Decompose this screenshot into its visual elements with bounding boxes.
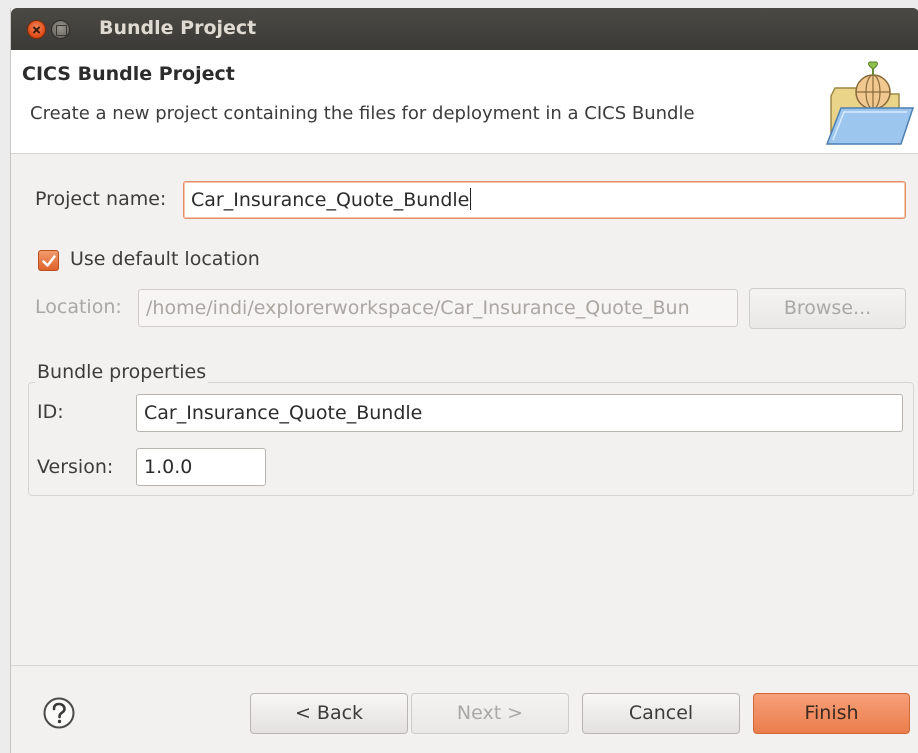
checkmark-icon xyxy=(42,255,56,267)
footer-separator xyxy=(11,665,918,666)
id-input[interactable]: Car_Insurance_Quote_Bundle xyxy=(136,394,903,432)
finish-button[interactable]: Finish xyxy=(753,693,910,734)
use-default-location-label[interactable]: Use default location xyxy=(70,248,260,270)
wizard-header-banner: CICS Bundle Project Create a new project… xyxy=(11,50,918,154)
question-mark-icon[interactable] xyxy=(42,696,76,730)
version-input[interactable]: 1.0.0 xyxy=(136,448,266,486)
folder-with-globe-icon xyxy=(825,61,915,145)
version-label: Version: xyxy=(37,456,114,478)
cancel-button[interactable]: Cancel xyxy=(582,693,740,734)
window-title: Bundle Project xyxy=(99,17,257,39)
location-input[interactable]: /home/indi/explorerworkspace/Car_Insuran… xyxy=(138,289,738,327)
use-default-location-checkbox[interactable] xyxy=(38,250,59,271)
project-name-input[interactable]: Car_Insurance_Quote_Bundle xyxy=(183,181,906,219)
next-button[interactable]: Next > xyxy=(411,693,569,734)
back-button[interactable]: < Back xyxy=(250,693,408,734)
id-label: ID: xyxy=(37,401,64,423)
minimize-window-button[interactable] xyxy=(51,20,70,39)
close-window-button[interactable] xyxy=(27,20,46,39)
titlebar: Bundle Project xyxy=(11,8,918,50)
text-caret xyxy=(470,188,472,210)
bundle-properties-title: Bundle properties xyxy=(35,361,209,383)
project-name-value: Car_Insurance_Quote_Bundle xyxy=(191,189,470,211)
location-label: Location: xyxy=(35,296,122,318)
page-description: Create a new project containing the file… xyxy=(30,103,695,124)
bundle-project-dialog: Bundle Project CICS Bundle Project Creat… xyxy=(10,8,918,753)
page-title: CICS Bundle Project xyxy=(22,63,235,85)
browse-button[interactable]: Browse... xyxy=(749,288,906,329)
project-name-label: Project name: xyxy=(35,188,167,210)
